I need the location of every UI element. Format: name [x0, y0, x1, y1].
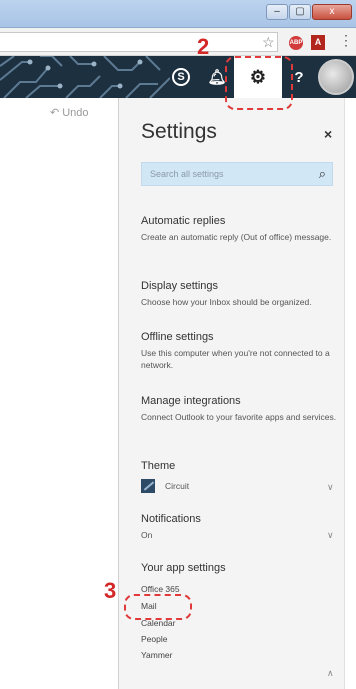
undo-button[interactable]: ↶ Undo [50, 106, 89, 119]
help-icon: ? [294, 68, 304, 86]
settings-item-manage-integrations[interactable]: Manage integrations Connect Outlook to y… [141, 394, 337, 423]
outlook-header: S 🔔︎ ⚙ ? [0, 56, 356, 98]
chevron-down-icon[interactable]: ∨ [327, 530, 334, 541]
window-controls: – ▢ x [266, 4, 352, 20]
settings-search-input[interactable]: Search all settings ⌕ [141, 162, 333, 186]
item-title: Theme [141, 460, 176, 472]
chevron-down-icon[interactable]: ∨ [327, 482, 334, 493]
annotation-circle-gear [225, 56, 293, 110]
app-link-people[interactable]: People [141, 634, 167, 644]
theme-thumbnail [141, 478, 155, 493]
settings-item-notifications[interactable]: Notifications On [141, 512, 337, 541]
bell-icon: 🔔︎ [207, 69, 227, 86]
window-title-bar: – ▢ x [0, 0, 356, 28]
section-title: Your app settings [141, 562, 226, 574]
item-title: Manage integrations [141, 395, 241, 407]
item-description: Choose how your Inbox should be organize… [141, 297, 312, 307]
theme-value: Circuit [165, 480, 190, 491]
settings-item-theme[interactable]: Theme Circuit [141, 459, 337, 495]
item-description: Use this computer when you're not connec… [141, 348, 330, 370]
maximize-button[interactable]: ▢ [289, 4, 311, 20]
settings-item-automatic-replies[interactable]: Automatic replies Create an automatic re… [141, 214, 337, 243]
item-title: Offline settings [141, 331, 214, 343]
annotation-step-3: 3 [104, 578, 117, 603]
search-placeholder: Search all settings [150, 169, 224, 179]
skype-icon: S [172, 68, 190, 86]
skype-button[interactable]: S [164, 56, 198, 98]
undo-label: Undo [62, 107, 89, 119]
pdf-extension-icon[interactable]: A [311, 35, 325, 50]
annotation-circle-mail [124, 594, 192, 620]
settings-item-offline-settings[interactable]: Offline settings Use this computer when … [141, 330, 337, 371]
browser-menu-icon[interactable]: ⋮ [339, 32, 353, 49]
app-link-yammer[interactable]: Yammer [141, 650, 173, 660]
item-description: Connect Outlook to your favorite apps an… [141, 412, 337, 422]
browser-toolbar: ☆ ABP A ⋮ [0, 28, 356, 56]
panel-title: Settings [141, 120, 217, 143]
adblock-extension-icon[interactable]: ABP [289, 36, 303, 50]
chevron-up-icon[interactable]: ∧ [327, 668, 334, 679]
item-title: Display settings [141, 280, 219, 292]
bookmark-star-icon[interactable]: ☆ [262, 34, 275, 51]
settings-item-display-settings[interactable]: Display settings Choose how your Inbox s… [141, 279, 337, 308]
app-link-office365[interactable]: Office 365 [141, 584, 180, 594]
circuit-theme-pattern [0, 56, 170, 98]
minimize-button[interactable]: – [266, 4, 288, 20]
item-value: On [141, 530, 153, 540]
address-bar[interactable] [0, 32, 278, 52]
search-icon[interactable]: ⌕ [319, 166, 326, 182]
close-settings-button[interactable]: × [324, 126, 332, 142]
item-title: Notifications [141, 513, 201, 525]
window-right-edge [344, 98, 356, 689]
item-title: Automatic replies [141, 215, 226, 227]
avatar[interactable] [318, 59, 354, 95]
mail-list-pane: ↶ Undo [0, 98, 120, 689]
app-settings-section: Your app settings [141, 561, 337, 575]
undo-icon: ↶ [50, 107, 60, 119]
annotation-step-2: 2 [197, 34, 210, 59]
close-window-button[interactable]: x [312, 4, 352, 20]
item-description: Create an automatic reply (Out of office… [141, 232, 332, 242]
